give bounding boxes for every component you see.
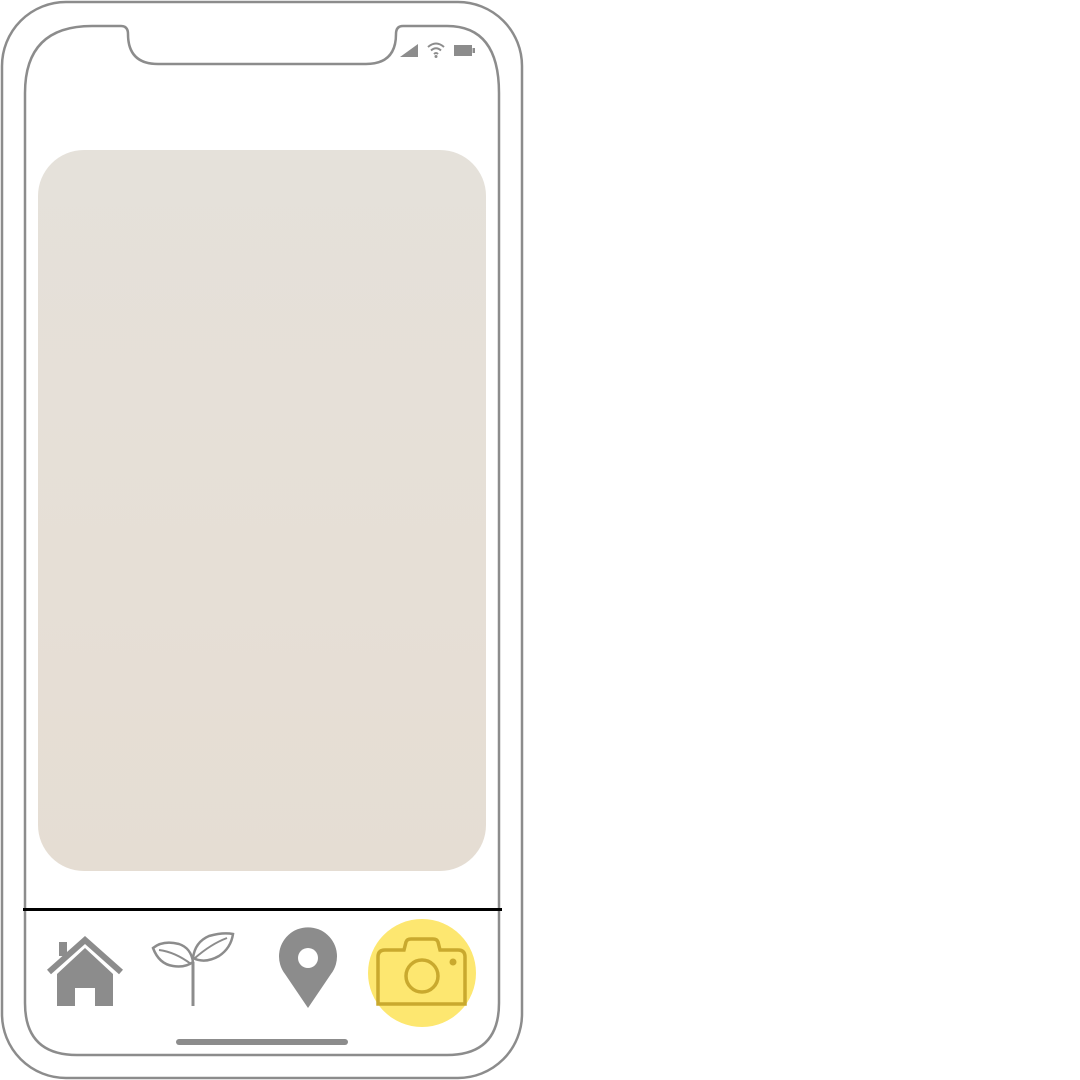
- camera-icon: [376, 937, 467, 1006]
- tab-map[interactable]: [273, 912, 343, 1030]
- tab-home[interactable]: [45, 912, 125, 1030]
- location-pin-icon: [279, 927, 337, 1008]
- cellular-signal-icon: [400, 44, 418, 57]
- wifi-icon: [427, 42, 445, 58]
- camera-preview[interactable]: [38, 150, 486, 871]
- home-indicator[interactable]: [176, 1039, 348, 1045]
- battery-icon: [454, 45, 475, 56]
- tab-bar: [23, 912, 502, 1032]
- house-icon: [47, 935, 123, 1006]
- phone-frame: [0, 0, 530, 1080]
- tab-camera-active[interactable]: [368, 912, 478, 1030]
- tab-bar-divider: [23, 908, 502, 911]
- status-bar: [396, 41, 476, 61]
- sprout-icon: [151, 932, 235, 1006]
- tab-plant[interactable]: [149, 912, 239, 1030]
